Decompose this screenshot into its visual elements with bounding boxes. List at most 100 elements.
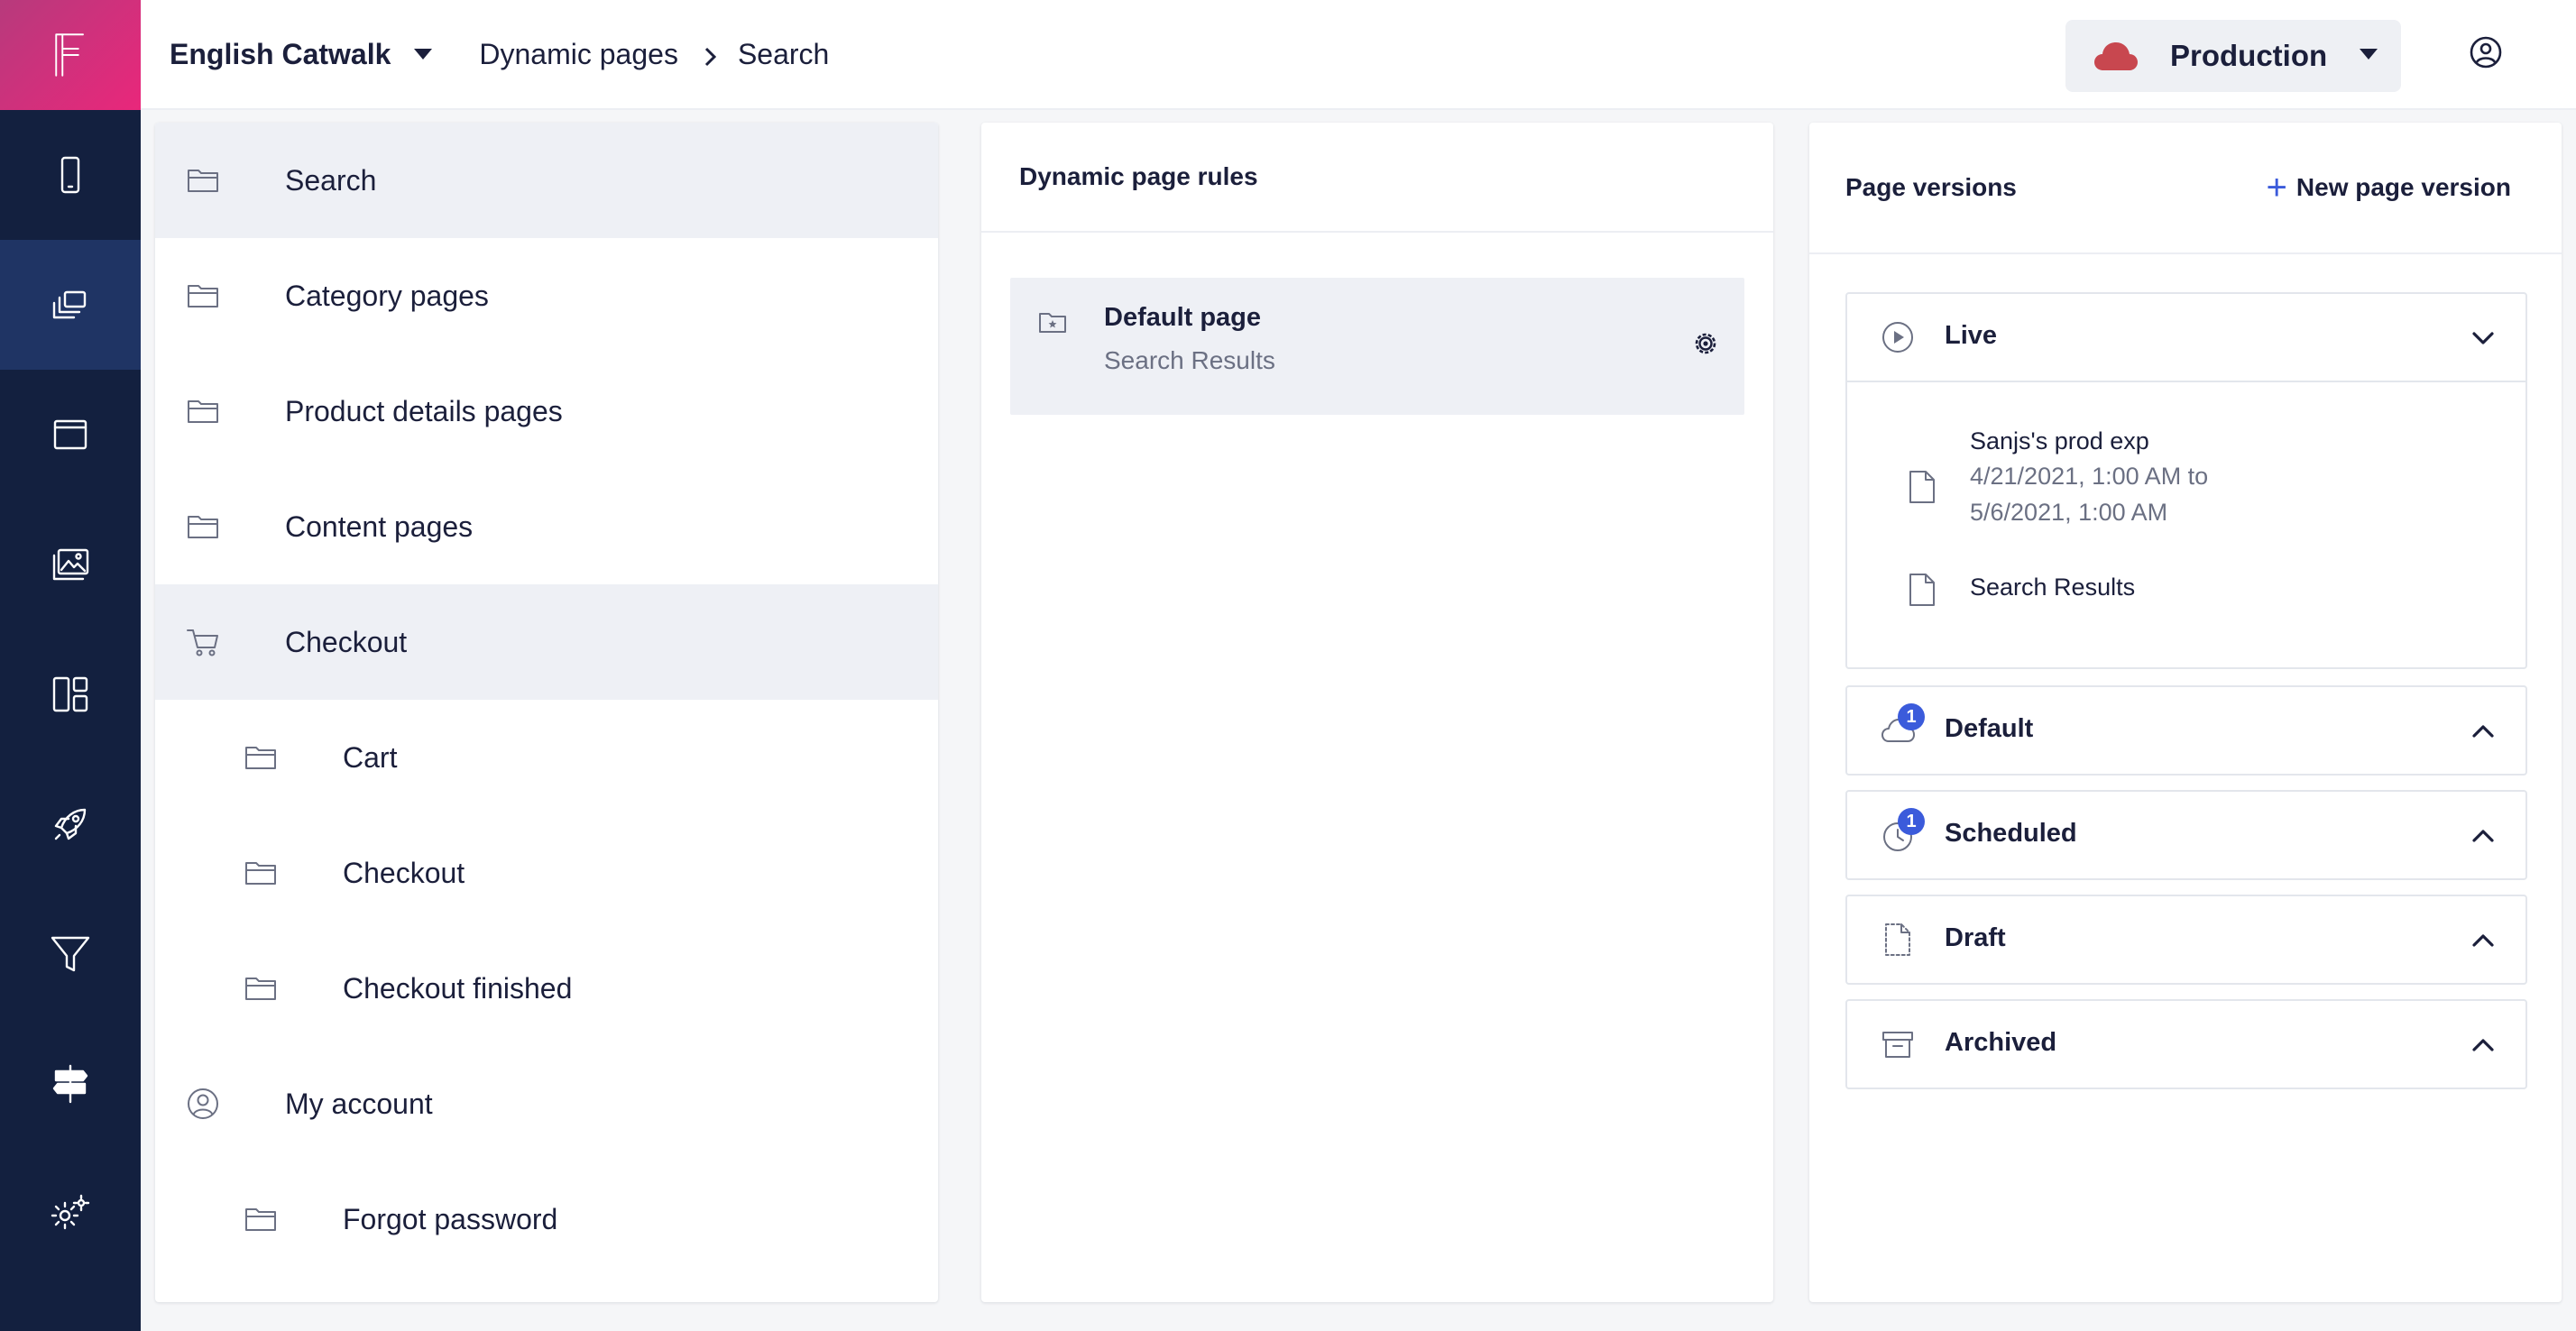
- file-icon: [1909, 574, 1935, 606]
- rail-routing[interactable]: [0, 1019, 141, 1149]
- archive-box-icon: [1882, 1032, 1913, 1058]
- tree-item[interactable]: Content pages: [155, 469, 938, 584]
- page-tree-panel: Search Category pages Product details page…: [155, 123, 938, 1302]
- rule-subtitle: Search Results: [1104, 346, 1275, 374]
- workspace-selector[interactable]: English Catwalk: [170, 37, 433, 71]
- environment-selector[interactable]: Production: [2065, 20, 2401, 92]
- folder-icon: [244, 971, 278, 1005]
- draft-file-icon: [1885, 923, 1910, 956]
- folder-icon: [186, 509, 220, 544]
- version-date: 4/21/2021, 1:00 AM to 5/6/2021, 1:00 AM: [1970, 463, 2209, 526]
- rail-media[interactable]: [0, 500, 141, 629]
- tree-item[interactable]: Product details pages: [155, 353, 938, 469]
- user-circle-icon: [2470, 36, 2502, 69]
- play-circle-icon: [1882, 322, 1913, 353]
- rail-layout[interactable]: [0, 629, 141, 759]
- tree-item[interactable]: Forgot password: [155, 1161, 938, 1277]
- app-logo[interactable]: [0, 0, 141, 110]
- chevron-up-icon: [2470, 718, 2497, 745]
- gear-icon[interactable]: [1690, 328, 1721, 359]
- folder-icon: [186, 163, 220, 197]
- tree-item-label: Product details pages: [285, 394, 563, 427]
- draft-section-header[interactable]: Draft: [1847, 896, 2525, 983]
- scheduled-label: Scheduled: [1945, 819, 2077, 848]
- signpost-icon: [52, 1064, 88, 1104]
- version-name: Sanjs's prod exp: [1970, 427, 2149, 454]
- default-section-header[interactable]: 1 Default: [1847, 687, 2525, 774]
- rail-settings[interactable]: [0, 1149, 141, 1279]
- archived-section: Archived: [1845, 999, 2527, 1089]
- new-page-version-button[interactable]: + New page version: [2267, 170, 2511, 206]
- default-count-badge: 1: [1898, 703, 1925, 730]
- tree-item-label: Content pages: [285, 509, 474, 543]
- page-tree: Search Category pages Product details page…: [155, 123, 938, 1277]
- draft-label: Draft: [1945, 923, 2006, 952]
- rail-window[interactable]: [0, 370, 141, 500]
- live-section-header[interactable]: Live: [1847, 294, 2525, 381]
- plus-icon: +: [2266, 168, 2287, 207]
- user-circle-icon: [186, 1087, 220, 1121]
- cart-icon: [186, 625, 220, 659]
- rules-title: Dynamic page rules: [981, 123, 1773, 233]
- caret-down-icon: [414, 49, 433, 60]
- tree-item-label: Checkout: [285, 625, 408, 658]
- rail-filter[interactable]: [0, 889, 141, 1019]
- versions-title: Page versions: [1845, 173, 2017, 201]
- rail-mobile[interactable]: [0, 110, 141, 240]
- rail-deploy[interactable]: [0, 759, 141, 889]
- folder-icon: [244, 1202, 278, 1236]
- scheduled-count-badge: 1: [1898, 808, 1925, 835]
- tree-item-label: Search: [285, 163, 377, 197]
- folder-icon: [186, 394, 220, 428]
- rail-dynamic-pages[interactable]: [0, 240, 141, 370]
- scheduled-section: 1 Scheduled: [1845, 790, 2527, 880]
- archived-section-header[interactable]: Archived: [1847, 1001, 2525, 1088]
- tree-item-label: Cart: [343, 740, 398, 774]
- breadcrumb-search: Search: [737, 37, 830, 70]
- version-name: Search Results: [1970, 574, 2136, 601]
- frontastic-logo-icon: [55, 33, 84, 77]
- chevron-up-icon: [2470, 927, 2497, 954]
- tree-item[interactable]: Checkout: [155, 584, 938, 700]
- tree-item-label: Checkout: [343, 856, 465, 889]
- user-menu[interactable]: [2468, 34, 2504, 75]
- window-icon: [53, 419, 87, 450]
- environment-label: Production: [2170, 39, 2328, 72]
- folder-icon: [244, 740, 278, 775]
- mobile-icon: [60, 156, 80, 194]
- tree-item[interactable]: Checkout finished: [155, 931, 938, 1046]
- filter-icon: [51, 936, 90, 972]
- live-label: Live: [1945, 321, 1998, 350]
- versions-header: Page versions + New page version: [1809, 123, 2562, 254]
- tree-item[interactable]: Cart: [155, 700, 938, 815]
- folder-icon: [186, 279, 220, 313]
- workspace-name: English Catwalk: [170, 37, 391, 70]
- tree-item-label: My account: [285, 1087, 433, 1120]
- dynamic-page-rules-panel: Dynamic page rules Default page Search R…: [981, 123, 1773, 1302]
- left-rail: [0, 0, 141, 1331]
- live-section: Live Sanjs's prod exp 4/21/2021, 1:00 AM…: [1845, 292, 2527, 669]
- cloud-icon: [2094, 42, 2138, 70]
- tree-item[interactable]: Category pages: [155, 238, 938, 353]
- scheduled-section-header[interactable]: 1 Scheduled: [1847, 792, 2525, 878]
- media-icon: [52, 548, 89, 581]
- chevron-right-icon: [698, 42, 722, 67]
- folder-icon: [244, 856, 278, 890]
- tree-item[interactable]: Checkout: [155, 815, 938, 931]
- rule-title: Default page: [1104, 303, 1262, 332]
- rule-default-page[interactable]: Default page Search Results: [1010, 278, 1744, 415]
- star-folder-icon: [1039, 313, 1066, 333]
- chevron-down-icon: [2470, 325, 2497, 352]
- archived-label: Archived: [1945, 1028, 2057, 1057]
- rocket-icon: [54, 808, 87, 840]
- caret-down-icon: [2360, 49, 2378, 60]
- layout-icon: [52, 676, 88, 712]
- breadcrumb-dynamic-pages[interactable]: Dynamic pages: [479, 38, 678, 71]
- tree-item-label: Forgot password: [343, 1202, 558, 1235]
- top-header: English Catwalk Dynamic pages Search Pro…: [141, 0, 2576, 110]
- pages-icon: [52, 290, 87, 319]
- tree-item-label: Checkout finished: [343, 971, 573, 1005]
- tree-item[interactable]: Search: [155, 123, 938, 238]
- live-section-body: Sanjs's prod exp 4/21/2021, 1:00 AM to 5…: [1847, 381, 2525, 667]
- tree-item[interactable]: My account: [155, 1046, 938, 1161]
